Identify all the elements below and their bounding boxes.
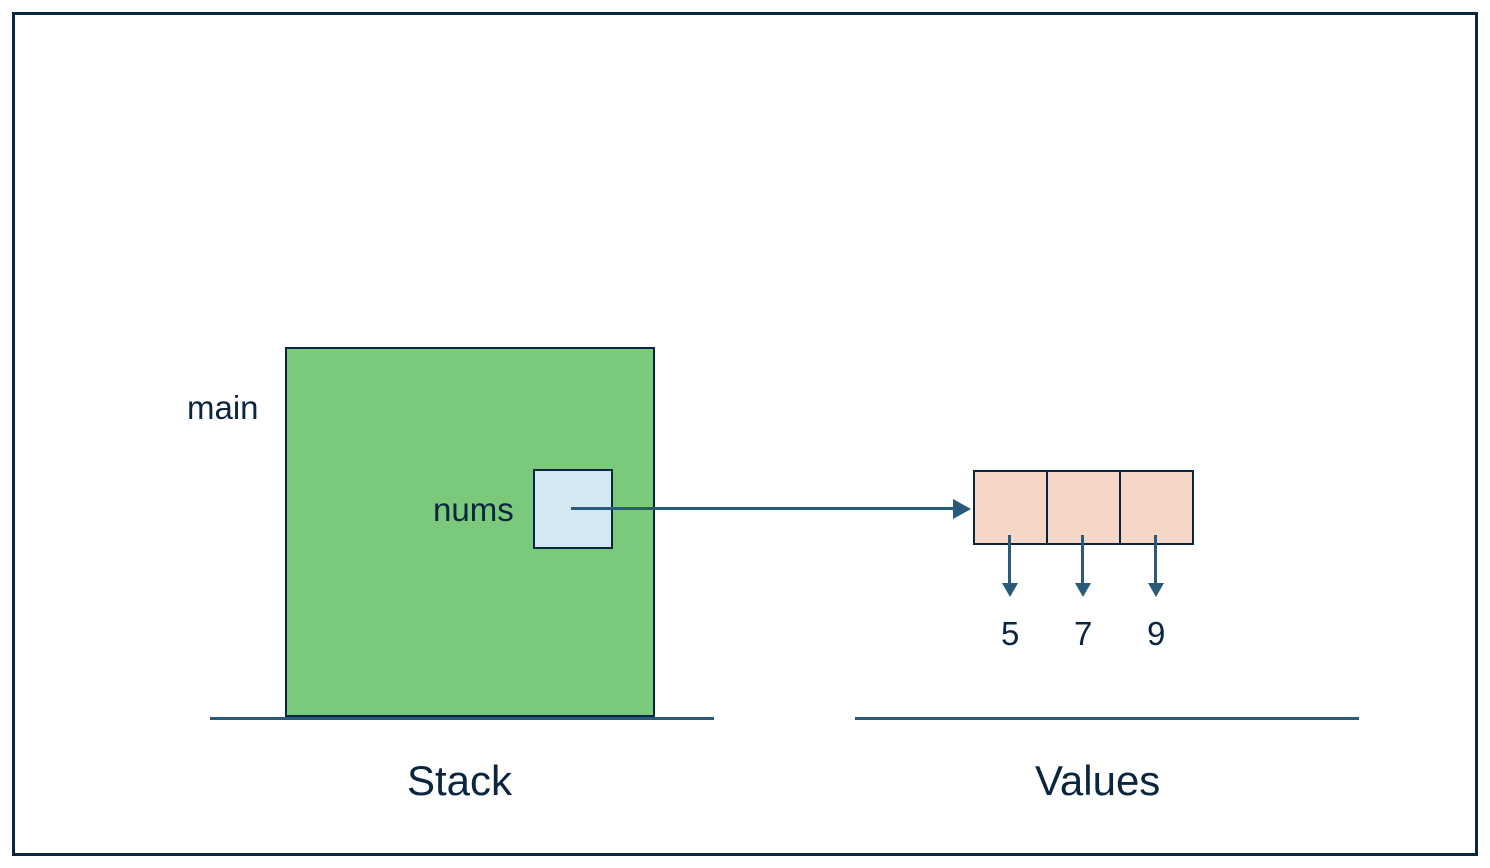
array-cell xyxy=(1119,470,1194,545)
stack-baseline xyxy=(210,717,714,720)
pointer-arrow-head-icon xyxy=(953,499,971,519)
variable-label: nums xyxy=(433,491,514,529)
pointer-arrow-icon xyxy=(571,507,953,510)
values-baseline xyxy=(855,717,1359,720)
array-value: 5 xyxy=(1001,615,1019,653)
cell-arrow-head-icon xyxy=(1148,583,1164,597)
stack-frame-label: main xyxy=(187,389,259,427)
cell-arrow-icon xyxy=(1081,535,1084,583)
values-region-label: Values xyxy=(1035,757,1160,805)
cell-arrow-head-icon xyxy=(1002,583,1018,597)
diagram-frame: main nums 5 7 9 Stack Values xyxy=(12,12,1478,856)
cell-arrow-icon xyxy=(1008,535,1011,583)
array-cell xyxy=(1046,470,1121,545)
stack-region-label: Stack xyxy=(407,757,512,805)
cell-arrow-head-icon xyxy=(1075,583,1091,597)
cell-arrow-icon xyxy=(1154,535,1157,583)
array-cell xyxy=(973,470,1048,545)
array-value: 7 xyxy=(1074,615,1092,653)
array-value: 9 xyxy=(1147,615,1165,653)
array-container xyxy=(973,470,1194,545)
